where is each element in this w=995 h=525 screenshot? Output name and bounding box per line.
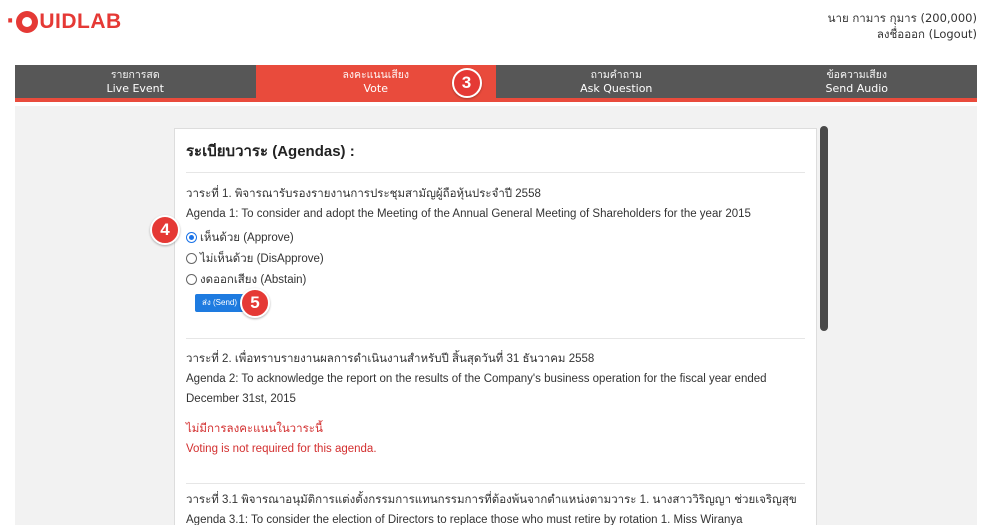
agenda-1-title-th: วาระที่ 1. พิจารณารับรองรายงานการประชุมส… — [186, 188, 541, 200]
logo-dot: · — [6, 9, 15, 34]
agenda-3-1-title-en: Agenda 3.1: To consider the election of … — [186, 514, 743, 525]
agenda-panel: ระเบียบวาระ (Agendas) : วาระที่ 1. พิจาร… — [174, 128, 817, 525]
step-badge-3: 3 — [451, 68, 482, 98]
agenda-2: วาระที่ 2. เพื่อทราบรายงานผลการดำเนินงาน… — [186, 339, 805, 483]
option-abstain[interactable]: งดออกเสียง (Abstain) — [186, 269, 805, 290]
panel-title: ระเบียบวาระ (Agendas) : — [186, 139, 805, 173]
panel-scrollbar[interactable] — [820, 126, 828, 331]
step-badge-4: 4 — [150, 215, 180, 245]
agenda-2-title-en-cont: December 31st, 2015 — [186, 393, 296, 405]
tab-ask-question[interactable]: ถามคำถาม Ask Question — [496, 65, 737, 98]
option-approve[interactable]: เห็นด้วย (Approve) — [186, 227, 805, 248]
content-frame: ระเบียบวาระ (Agendas) : วาระที่ 1. พิจาร… — [15, 106, 977, 525]
tab-label-th: ถามคำถาม — [590, 69, 642, 81]
tab-label-en: Send Audio — [825, 82, 888, 95]
agenda-1: วาระที่ 1. พิจารณารับรองรายงานการประชุมส… — [186, 173, 805, 338]
agenda-1-title-en: Agenda 1: To consider and adopt the Meet… — [186, 208, 751, 220]
tab-send-audio[interactable]: ข้อความเสียง Send Audio — [737, 65, 978, 98]
agenda-2-title-en: Agenda 2: To acknowledge the report on t… — [186, 373, 767, 385]
tab-label-en: Ask Question — [580, 82, 653, 95]
user-box: นาย กามาร กุมาร (200,000) ลงชื่อออก (Log… — [828, 10, 977, 42]
radio-abstain[interactable] — [186, 274, 197, 285]
agenda-3-1-title-th: วาระที่ 3.1 พิจารณาอนุมัติการแต่งตั้งกรร… — [186, 494, 797, 506]
agenda-2-title-th: วาระที่ 2. เพื่อทราบรายงานผลการดำเนินงาน… — [186, 353, 595, 365]
tab-label-th: ข้อความเสียง — [826, 69, 888, 81]
page: · UIDLAB นาย กามาร กุมาร (200,000) ลงชื่… — [0, 0, 995, 525]
radio-approve[interactable] — [186, 232, 197, 243]
tab-live-event[interactable]: รายการสด Live Event — [15, 65, 256, 98]
send-button[interactable]: ส่ง (Send) — [195, 294, 244, 312]
vote-options: เห็นด้วย (Approve) ไม่เห็นด้วย (DisAppro… — [186, 227, 805, 290]
user-name: นาย กามาร กุมาร (200,000) — [827, 11, 977, 25]
logo-q-icon — [16, 11, 39, 33]
no-vote-note-th: ไม่มีการลงคะแนนในวาระนี้ — [186, 423, 323, 435]
main-nav: รายการสด Live Event ลงคะแนนเสียง Vote 3 … — [15, 65, 977, 102]
radio-disapprove[interactable] — [186, 253, 197, 264]
agenda-3-1: วาระที่ 3.1 พิจารณาอนุมัติการแต่งตั้งกรร… — [186, 484, 805, 525]
tab-vote[interactable]: ลงคะแนนเสียง Vote 3 — [255, 65, 496, 98]
logo-text: UIDLAB — [39, 10, 122, 33]
option-abstain-label: งดออกเสียง (Abstain) — [200, 273, 307, 286]
tab-label-th: รายการสด — [110, 69, 160, 81]
option-approve-label: เห็นด้วย (Approve) — [200, 231, 294, 244]
option-disapprove-label: ไม่เห็นด้วย (DisApprove) — [200, 252, 324, 265]
no-vote-note-en: Voting is not required for this agenda. — [186, 443, 377, 455]
step-badge-5: 5 — [240, 288, 270, 318]
tab-label-en: Live Event — [106, 82, 164, 95]
option-disapprove[interactable]: ไม่เห็นด้วย (DisApprove) — [186, 248, 805, 269]
logout-link[interactable]: ลงชื่อออก (Logout) — [828, 26, 977, 42]
brand-logo[interactable]: · UIDLAB — [6, 8, 122, 36]
